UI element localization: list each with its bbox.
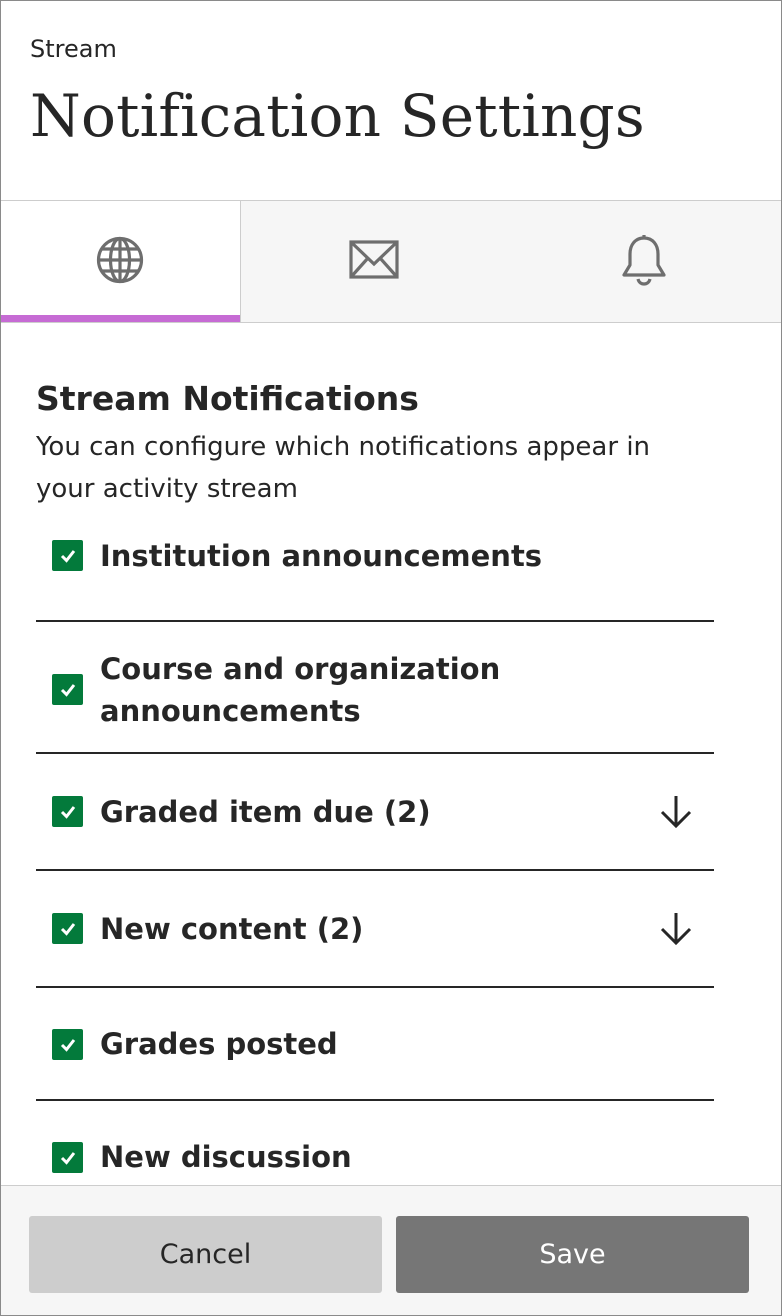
globe-icon xyxy=(95,235,145,289)
bell-icon xyxy=(621,234,667,290)
panel-header: Stream Notification Settings xyxy=(1,1,781,201)
page-title: Notification Settings xyxy=(30,82,645,150)
list-item: New discussion xyxy=(36,1101,714,1185)
item-label: New content (2) xyxy=(100,912,364,946)
list-item: Graded item due (2) xyxy=(36,754,714,871)
checkbox[interactable] xyxy=(52,540,83,571)
notification-list: Institution announcements Course and org… xyxy=(36,505,714,1185)
checkbox[interactable] xyxy=(52,913,83,944)
expand-button[interactable] xyxy=(656,792,696,832)
settings-content[interactable]: Stream Notifications You can configure w… xyxy=(1,323,781,1185)
checkbox[interactable] xyxy=(52,1029,83,1060)
notification-channel-tabs xyxy=(1,201,781,323)
checkmark-icon xyxy=(60,922,75,936)
item-label: Institution announcements xyxy=(100,539,543,573)
item-label: Grades posted xyxy=(100,1027,338,1061)
list-item: New content (2) xyxy=(36,871,714,988)
active-tab-indicator xyxy=(1,315,240,322)
list-item: Course and organization announcements xyxy=(36,622,714,754)
checkbox[interactable] xyxy=(52,1142,83,1173)
item-label: Graded item due (2) xyxy=(100,795,431,829)
item-label: New discussion xyxy=(100,1140,352,1174)
expand-button[interactable] xyxy=(656,909,696,949)
tab-push[interactable] xyxy=(506,201,781,322)
tab-stream[interactable] xyxy=(1,201,241,322)
notification-settings-panel: Stream Notification Settings Stream Noti… xyxy=(0,0,782,1316)
checkbox[interactable] xyxy=(52,796,83,827)
item-label: Course and organization announcements xyxy=(100,652,501,728)
checkmark-icon xyxy=(60,549,75,563)
cancel-button[interactable]: Cancel xyxy=(29,1216,382,1293)
section-description: You can configure which notifications ap… xyxy=(36,432,651,504)
checkmark-icon xyxy=(60,1151,75,1165)
checkmark-icon xyxy=(60,683,75,697)
save-button[interactable]: Save xyxy=(396,1216,749,1293)
arrow-down-icon xyxy=(660,913,692,946)
breadcrumb: Stream xyxy=(30,35,117,63)
checkmark-icon xyxy=(60,1038,75,1052)
checkbox[interactable] xyxy=(52,674,83,705)
list-item: Grades posted xyxy=(36,988,714,1101)
envelope-icon xyxy=(348,239,399,284)
tab-email[interactable] xyxy=(240,201,507,322)
arrow-down-icon xyxy=(660,796,692,829)
checkmark-icon xyxy=(60,805,75,819)
section-title: Stream Notifications xyxy=(36,379,419,418)
list-item: Institution announcements xyxy=(36,505,714,622)
panel-footer: Cancel Save xyxy=(1,1185,781,1315)
